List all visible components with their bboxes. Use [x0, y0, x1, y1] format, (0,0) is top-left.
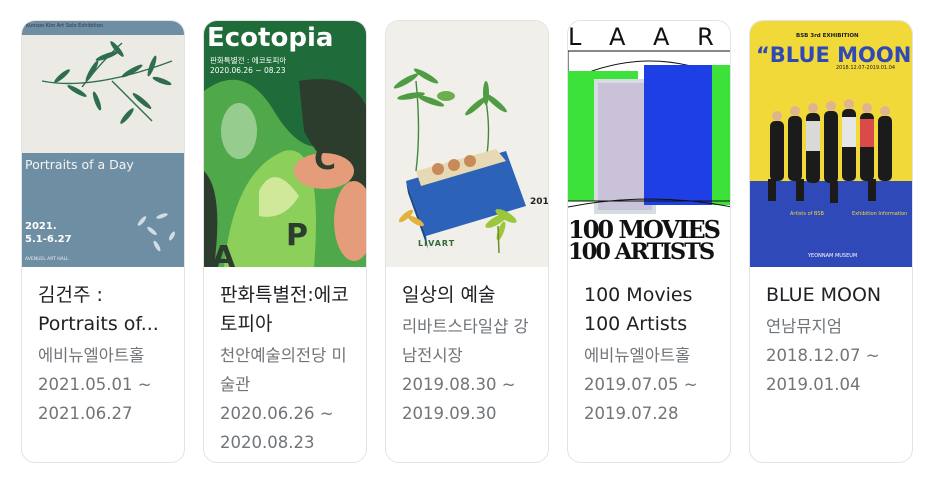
exhibition-venue: 연남뮤지엄: [766, 317, 842, 336]
exhibition-title: 판화특별전:에코토피아: [220, 284, 349, 335]
exhibition-venue: 에비뉴엘아트홀: [38, 346, 145, 365]
poster-brand: Ecotopia: [207, 23, 334, 53]
card-info: 판화특별전:에코토피아 천안예술의전당 미술관 2020.06.26 ~ 202…: [204, 267, 366, 457]
exhibition-venue: 리바트스타일샵 강남전시장: [402, 317, 529, 365]
svg-text:P: P: [286, 218, 308, 253]
poster-footer-text: AVENUEL ART HALL: [25, 257, 69, 262]
svg-text:A: A: [212, 240, 236, 267]
poster-date-range: 2018.12.07-2019.01.04: [836, 65, 896, 71]
poster-dates: 2020.06.26 ~ 08.23: [210, 66, 286, 75]
poster-info-label: Exhibition Information: [852, 211, 908, 217]
poster-logo: LIVART: [418, 239, 456, 248]
poster-date-line1: 2021.: [25, 221, 57, 232]
poster-image-100-movies: L A A R 100 MOVIES 100 ARTISTS: [568, 21, 730, 267]
poster-artists-label: Artists of BSB: [790, 211, 824, 217]
exhibition-end-date: 2019.09.30: [402, 404, 497, 423]
exhibition-title: BLUE MOON: [766, 284, 882, 306]
exhibition-title: 김건주 : Portraits of...: [38, 284, 159, 335]
poster-subtitle: Portraits of a Day: [25, 157, 134, 172]
poster-headline: “BLUE MOON”: [756, 43, 913, 67]
exhibition-end-date: 2019.07.28: [584, 404, 679, 423]
card-info: 일상의 예술 리바트스타일샵 강남전시장 2019.08.30 ~ 2019.0…: [386, 267, 548, 428]
exhibition-start-date: 2019.07.05 ~: [584, 375, 698, 394]
exhibition-card-portraits-of-a-day[interactable]: Kunsoo Kim Art Solo Exhibition Portraits…: [21, 20, 185, 463]
exhibition-carousel: Kunsoo Kim Art Solo Exhibition Portraits…: [21, 20, 913, 463]
card-info: 김건주 : Portraits of... 에비뉴엘아트홀 2021.05.01…: [22, 267, 184, 428]
exhibition-card-100-movies-100-artists[interactable]: L A A R 100 MOVIES 100 ARTISTS 100 Movie…: [567, 20, 731, 463]
card-info: BLUE MOON 연남뮤지엄 2018.12.07 ~ 2019.01.04: [750, 267, 912, 399]
exhibition-start-date: 2019.08.30 ~: [402, 375, 516, 394]
poster-image-blue-moon: BSB 3rd EXHIBITION “BLUE MOON” 2018.12.0…: [750, 21, 913, 267]
exhibition-title: 일상의 예술: [402, 284, 496, 306]
exhibition-end-date: 2020.08.23: [220, 433, 315, 452]
card-info: 100 Movies 100 Artists 에비뉴엘아트홀 2019.07.0…: [568, 267, 730, 428]
poster-image-portraits-of-a-day: Kunsoo Kim Art Solo Exhibition Portraits…: [22, 21, 184, 267]
exhibition-end-date: 2019.01.04: [766, 375, 861, 394]
exhibition-title: 100 Movies 100 Artists: [584, 284, 693, 335]
poster-line-2: 100 ARTISTS: [568, 239, 715, 265]
poster-side-text: 2019.: [530, 197, 549, 207]
exhibition-start-date: 2020.06.26 ~: [220, 404, 334, 423]
exhibition-end-date: 2021.06.27: [38, 404, 133, 423]
exhibition-venue: 에비뉴엘아트홀: [584, 346, 691, 365]
svg-text:C: C: [314, 142, 336, 177]
poster-museum: YEONNAM MUSEUM: [808, 253, 858, 259]
exhibition-start-date: 2018.12.07 ~: [766, 346, 880, 365]
exhibition-venue: 천안예술의전당 미술관: [220, 346, 347, 394]
poster-date-line2: 5.1-6.27: [25, 234, 72, 245]
exhibition-card-blue-moon[interactable]: BSB 3rd EXHIBITION “BLUE MOON” 2018.12.0…: [749, 20, 913, 463]
poster-image-art-of-daily-life: LIVART 2019.: [386, 21, 549, 267]
exhibition-start-date: 2021.05.01 ~: [38, 375, 152, 394]
poster-korean-title: 판화특별전 : 에코토피아: [210, 56, 287, 65]
poster-eyebrow: BSB 3rd EXHIBITION: [796, 33, 859, 39]
exhibition-card-art-of-daily-life[interactable]: LIVART 2019. 일상의 예술 리바트스타일샵 강남전시장 2019.0…: [385, 20, 549, 463]
poster-header-text: Kunsoo Kim Art Solo Exhibition: [26, 23, 103, 29]
exhibition-card-ecotopia[interactable]: C P A Ecotopia 판화특별전 : 에코토피아 2020.06.26 …: [203, 20, 367, 463]
poster-image-ecotopia: C P A Ecotopia 판화특별전 : 에코토피아 2020.06.26 …: [204, 21, 366, 267]
poster-top-letters: L A A R: [568, 23, 724, 51]
